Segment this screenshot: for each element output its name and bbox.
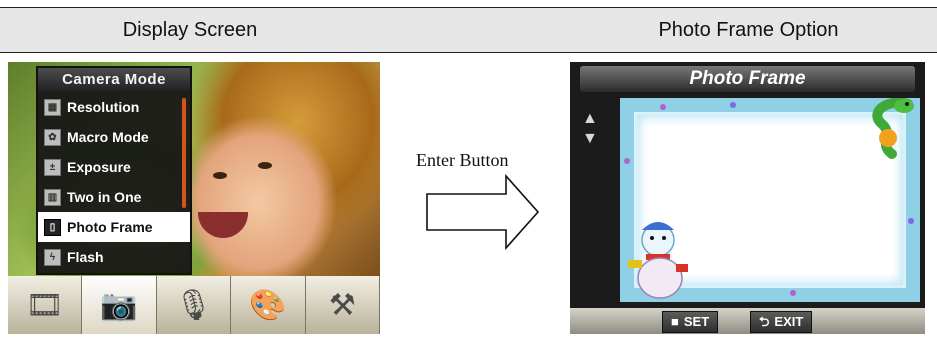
exposure-icon: ± — [44, 158, 61, 176]
menu-item-resolution[interactable]: ▦ Resolution — [38, 92, 190, 122]
set-button[interactable]: ■ SET — [662, 311, 719, 333]
macro-icon: ✿ — [44, 128, 61, 146]
menu-item-label: Exposure — [67, 159, 131, 175]
camera-mode-menu: Camera Mode ▦ Resolution ✿ Macro Mode ± … — [36, 66, 192, 275]
camera-mode-icon[interactable]: 📷 — [82, 276, 157, 334]
right-arrow-icon — [426, 173, 540, 251]
camera-mode-title: Camera Mode — [38, 68, 190, 92]
menu-item-label: Flash — [67, 249, 104, 265]
effect-palette-icon[interactable]: 🎨 — [231, 276, 306, 334]
menu-item-two-in-one[interactable]: ▥ Two in One — [38, 182, 190, 212]
photo-frame-icon: ▯ — [44, 218, 61, 236]
scroll-up-icon[interactable]: ▲ — [582, 110, 598, 128]
photo-eye-left — [213, 172, 227, 179]
return-arrow-icon: ⮌ — [759, 314, 770, 329]
resolution-icon: ▦ — [44, 98, 61, 116]
snowman-decoration-icon — [628, 222, 688, 299]
menu-item-label: Resolution — [67, 99, 140, 115]
scroll-down-icon[interactable]: ▼ — [582, 130, 598, 148]
flash-icon: ϟ — [44, 248, 61, 266]
set-button-label: SET — [683, 314, 710, 329]
display-screen-heading: Display Screen — [122, 19, 258, 41]
frame-decoration — [790, 290, 796, 296]
menu-item-label: Photo Frame — [67, 219, 153, 235]
photo-frame-bottom-bar: ■ SET ⮌ EXIT — [570, 308, 925, 334]
exit-button-label: EXIT — [774, 314, 804, 329]
menu-item-label: Two in One — [67, 189, 142, 205]
photo-frame-preview — [620, 98, 920, 302]
frame-decoration — [624, 158, 630, 164]
photo-frame-option-heading: Photo Frame Option — [658, 19, 839, 41]
photo-frame-title: Photo Frame — [580, 66, 915, 92]
snake-decoration-icon — [872, 98, 914, 159]
exit-button[interactable]: ⮌ EXIT — [750, 311, 813, 333]
frame-decoration — [908, 218, 914, 224]
voice-mode-icon[interactable]: 🎙 — [157, 276, 232, 334]
frame-decoration — [660, 104, 666, 110]
frame-decoration — [730, 102, 736, 108]
two-in-one-icon: ▥ — [44, 188, 61, 206]
photo-smile — [198, 212, 248, 238]
menu-item-photo-frame[interactable]: ▯ Photo Frame — [38, 212, 190, 242]
menu-item-macro-mode[interactable]: ✿ Macro Mode — [38, 122, 190, 152]
mode-tab-bar: 🎞 📷 🎙 🎨 ⚒ — [8, 276, 380, 334]
video-mode-icon[interactable]: 🎞 — [8, 276, 83, 334]
photo-eye-right — [258, 162, 272, 169]
header-rule — [0, 52, 937, 53]
settings-tools-icon[interactable]: ⚒ — [306, 276, 380, 334]
photo-frame-panel: Photo Frame ▲ ▼ ■ SET ⮌ EXIT — [570, 62, 925, 334]
stop-square-icon: ■ — [671, 314, 679, 329]
enter-button-label: Enter Button — [416, 150, 509, 170]
menu-item-label: Macro Mode — [67, 129, 149, 145]
display-screen-panel: Camera Mode ▦ Resolution ✿ Macro Mode ± … — [8, 62, 380, 334]
menu-scrollbar[interactable] — [182, 98, 186, 208]
menu-item-flash[interactable]: ϟ Flash — [38, 242, 190, 272]
menu-item-exposure[interactable]: ± Exposure — [38, 152, 190, 182]
